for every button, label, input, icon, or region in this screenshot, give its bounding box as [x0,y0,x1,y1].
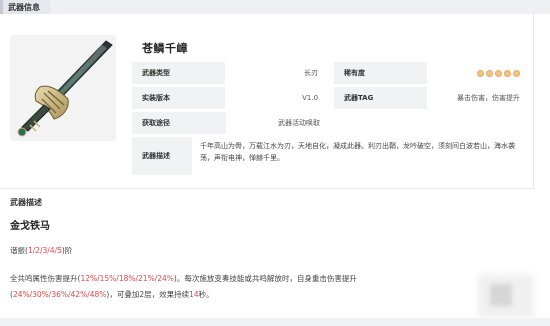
skill-name: 金戈铁马 [10,221,50,232]
rarity-stars [427,62,528,84]
weapon-tag-label: 武器TAG [333,87,428,109]
skill-text-1c: )。每次施放变奏技能或共鸣解放时，自身重击伤害提升 [173,274,357,283]
rarity-star-icon [486,69,493,77]
refine-levels-value: 1/2/3/4/5 [27,246,62,255]
weapon-name: 苍鳞千嶂 [142,42,188,55]
version-value: V1.0 [302,94,319,102]
skill-value-2: 24%/30%/36%/42%/48% [12,290,107,299]
weapon-tag-value: 暴击伤害，伤害提升 [457,94,520,102]
weapon-desc-text: 千年高山为骨，万载江水为刃，天地自化，凝成此器。利刃出鞘，龙吟破空，须刻间白波若… [200,142,515,162]
weapon-image [10,35,116,141]
skill-text-2c: )，可叠加2层，效果持续 [106,290,190,299]
rarity-label: 稀有度 [333,62,428,84]
rarity-star-icon [477,69,484,77]
skill-text-2e: 秒。 [198,290,214,299]
rarity-star-icon [504,69,511,77]
rarity-star-icon [513,69,520,77]
info-row-2: 实装版本 V1.0 武器TAG 暴击伤害，伤害提升 [132,87,528,109]
skill-duration: 14 [189,290,199,299]
refine-suffix: )阶 [61,246,73,255]
skill-section-title: 武器描述 [10,198,42,207]
skill-text-1a: 全共鸣属性伤害提升( [10,274,81,283]
info-row-1: 武器类型 长刃 稀有度 [132,62,528,84]
version-label: 实装版本 [132,87,226,109]
skill-effect-text: 全共鸣属性伤害提升(12%/15%/18%/21%/24%)。每次施放变奏技能或… [10,271,480,303]
refine-levels: 谐振(1/2/3/4/5)阶 [10,245,72,256]
blurred-watermark-center [490,284,512,306]
tab-label: 武器信息 [8,2,40,12]
weapon-info-table: 武器类型 长刃 稀有度 实装版本 V1.0 武器TAG 暴击伤害，伤害提升 获取… [132,62,528,175]
info-row-3: 获取途径 武器活动唤取 [132,112,528,134]
weapon-desc-label: 武器描述 [132,137,192,175]
skill-value-1: 12%/15%/18%/21%/24% [80,274,174,283]
refine-prefix: 谐振( [10,246,28,255]
source-label: 获取途径 [132,112,226,134]
top-bar [0,0,550,14]
rarity-star-icon [495,69,502,77]
weapon-type-label: 武器类型 [132,62,226,84]
weapon-desc-row: 武器描述 千年高山为骨，万载江水为刃，天地自化，凝成此器。利刃出鞘，龙吟破空，须… [132,137,528,175]
tab-weapon-info[interactable]: 武器信息 [0,0,50,14]
source-value: 武器活动唤取 [278,119,320,127]
weapon-type-value: 长刃 [304,69,319,77]
bottom-bar [0,318,550,326]
